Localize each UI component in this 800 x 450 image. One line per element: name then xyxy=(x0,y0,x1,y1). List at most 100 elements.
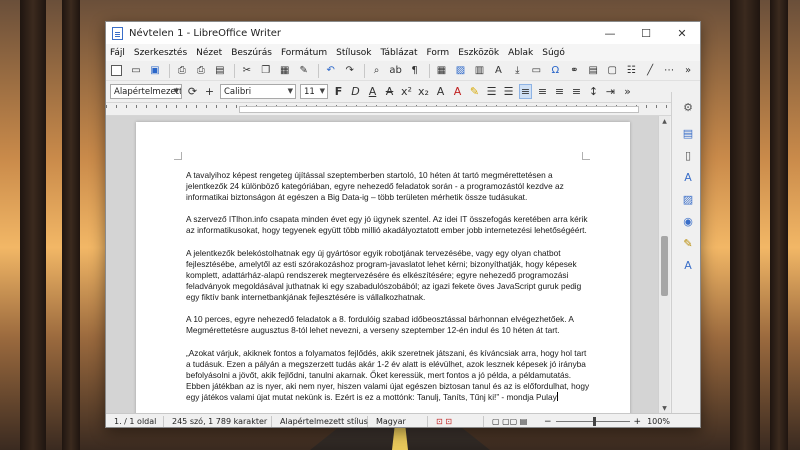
status-page[interactable]: 1. / 1 oldal xyxy=(106,415,164,427)
font-name-combo[interactable]: Calibri ▼ xyxy=(220,84,296,99)
styles-icon[interactable]: A xyxy=(681,170,695,184)
clone-formatting-icon[interactable]: ✎ xyxy=(297,64,311,78)
align-left-icon[interactable]: ≡ xyxy=(519,84,532,99)
copy-icon[interactable]: ❐ xyxy=(259,64,273,78)
paragraph-style-combo[interactable]: Alapértelmezett st ▼ xyxy=(110,84,182,99)
menu-form[interactable]: Form xyxy=(427,48,450,58)
paragraph[interactable]: A jelentkezők belekóstolhatnak egy új gy… xyxy=(186,248,590,303)
menu-file[interactable]: Fájl xyxy=(110,48,125,58)
special-character-icon[interactable]: Ω xyxy=(548,64,562,78)
paragraph[interactable]: A szervező ITlhon.info csapata minden év… xyxy=(186,214,590,236)
menu-tools[interactable]: Eszközök xyxy=(458,48,499,58)
highlight-icon[interactable]: ✎ xyxy=(468,84,481,99)
page-break-icon[interactable]: ⤓ xyxy=(510,64,524,78)
paragraph-last[interactable]: „Azokat várjuk, akiknek fontos a folyama… xyxy=(186,348,590,403)
new-document-icon[interactable] xyxy=(110,64,124,78)
export-pdf-icon[interactable]: ⎙ xyxy=(175,64,189,78)
zoom-in-icon[interactable]: + xyxy=(634,417,642,427)
page-icon[interactable]: ▯ xyxy=(681,148,695,162)
scroll-up-icon[interactable]: ▲ xyxy=(659,116,670,126)
undo-icon[interactable]: ↶ xyxy=(324,64,338,78)
strikethrough-icon[interactable]: A xyxy=(383,84,396,99)
status-modified-icon[interactable]: ⊡ ⊡ xyxy=(428,415,484,427)
new-style-icon[interactable]: + xyxy=(203,84,216,99)
line-spacing-icon[interactable]: ↕ xyxy=(587,84,600,99)
menu-view[interactable]: Nézet xyxy=(196,48,222,58)
menu-help[interactable]: Súgó xyxy=(542,48,565,58)
insert-chart-icon[interactable]: ▥ xyxy=(472,64,486,78)
zoom-slider[interactable] xyxy=(555,417,630,426)
menu-window[interactable]: Ablak xyxy=(508,48,533,58)
scroll-down-icon[interactable]: ▼ xyxy=(659,403,670,413)
bullets-icon[interactable]: ☰ xyxy=(485,84,498,99)
superscript-icon[interactable]: x² xyxy=(400,84,413,99)
save-icon[interactable]: ▣ xyxy=(148,64,162,78)
align-center-icon[interactable]: ≡ xyxy=(536,84,549,99)
comment-icon[interactable]: ▢ xyxy=(605,64,619,78)
formatting-marks-icon[interactable]: ¶ xyxy=(408,64,422,78)
gear-icon[interactable]: ⚙ xyxy=(681,100,695,114)
manage-changes-icon[interactable]: ✎ xyxy=(681,236,695,250)
subscript-icon[interactable]: x₂ xyxy=(417,84,430,99)
toolbar-overflow-icon[interactable]: » xyxy=(681,64,695,78)
underline-icon[interactable]: A xyxy=(366,84,379,99)
title-bar[interactable]: Névtelen 1 - LibreOffice Writer — ☐ ✕ xyxy=(106,22,700,44)
background-tree xyxy=(62,0,80,450)
line-icon[interactable]: ╱ xyxy=(643,64,657,78)
menu-insert[interactable]: Beszúrás xyxy=(231,48,272,58)
document-body[interactable]: A tavalyihoz képest rengeteg újítással s… xyxy=(186,170,590,413)
hyperlink-icon[interactable]: ⚭ xyxy=(567,64,581,78)
italic-icon[interactable]: D xyxy=(349,84,362,99)
properties-icon[interactable]: ▤ xyxy=(681,126,695,140)
document-page[interactable]: A tavalyihoz képest rengeteg újítással s… xyxy=(136,122,630,413)
paragraph[interactable]: A tavalyihoz képest rengeteg újítással s… xyxy=(186,170,590,203)
font-size-combo[interactable]: 11 ▼ xyxy=(300,84,328,99)
formatting-overflow-icon[interactable]: » xyxy=(621,84,634,99)
menu-table[interactable]: Táblázat xyxy=(381,48,418,58)
find-replace-icon[interactable]: ⌕ xyxy=(370,64,384,78)
footnote-icon[interactable]: ▤ xyxy=(586,64,600,78)
design-icon[interactable]: A xyxy=(681,258,695,272)
basic-shapes-icon[interactable]: ⋯ xyxy=(662,64,676,78)
font-color-icon[interactable]: A xyxy=(451,84,464,99)
align-right-icon[interactable]: ≡ xyxy=(553,84,566,99)
view-layout-icons[interactable]: ▢ ▢▢ ▤ xyxy=(484,416,544,428)
update-style-icon[interactable]: ⟳ xyxy=(186,84,199,99)
zoom-level[interactable]: 100% xyxy=(647,417,670,426)
increase-indent-icon[interactable]: ⇥ xyxy=(604,84,617,99)
gallery-icon[interactable]: ▨ xyxy=(681,192,695,206)
menu-format[interactable]: Formátum xyxy=(281,48,327,58)
zoom-knob[interactable] xyxy=(592,417,596,426)
insert-table-icon[interactable]: ▦ xyxy=(435,64,449,78)
close-button[interactable]: ✕ xyxy=(664,22,700,44)
print-preview-icon[interactable]: ▤ xyxy=(213,64,227,78)
paste-icon[interactable]: ▦ xyxy=(278,64,292,78)
paragraph[interactable]: A 10 perces, egyre nehezedő feladatok a … xyxy=(186,314,590,336)
redo-icon[interactable]: ↷ xyxy=(343,64,357,78)
status-word-count[interactable]: 245 szó, 1 789 karakter xyxy=(164,415,272,427)
cut-icon[interactable]: ✂ xyxy=(240,64,254,78)
minimize-button[interactable]: — xyxy=(592,22,628,44)
clear-formatting-icon[interactable]: A xyxy=(434,84,447,99)
vertical-scrollbar[interactable]: ▲ ▼ xyxy=(658,116,670,413)
navigator-icon[interactable]: ◉ xyxy=(681,214,695,228)
bold-icon[interactable]: F xyxy=(332,84,345,99)
horizontal-ruler[interactable] xyxy=(106,103,700,116)
spelling-icon[interactable]: ab xyxy=(389,64,403,78)
menu-edit[interactable]: Szerkesztés xyxy=(134,48,187,58)
status-language[interactable]: Magyar xyxy=(368,415,428,427)
justify-icon[interactable]: ≡ xyxy=(570,84,583,99)
zoom-out-icon[interactable]: − xyxy=(544,417,552,427)
track-changes-icon[interactable]: ☷ xyxy=(624,64,638,78)
document-workspace[interactable]: A tavalyihoz képest rengeteg újítással s… xyxy=(106,116,658,413)
open-folder-icon[interactable]: ▭ xyxy=(129,64,143,78)
numbering-icon[interactable]: ☰ xyxy=(502,84,515,99)
maximize-button[interactable]: ☐ xyxy=(628,22,664,44)
menu-styles[interactable]: Stílusok xyxy=(336,48,371,58)
status-page-style[interactable]: Alapértelmezett stílus xyxy=(272,415,368,427)
insert-field-icon[interactable]: ▭ xyxy=(529,64,543,78)
insert-textbox-icon[interactable]: A xyxy=(491,64,505,78)
scrollbar-thumb[interactable] xyxy=(661,236,668,296)
print-icon[interactable]: ⎙ xyxy=(194,64,208,78)
insert-image-icon[interactable]: ▨ xyxy=(454,64,468,78)
